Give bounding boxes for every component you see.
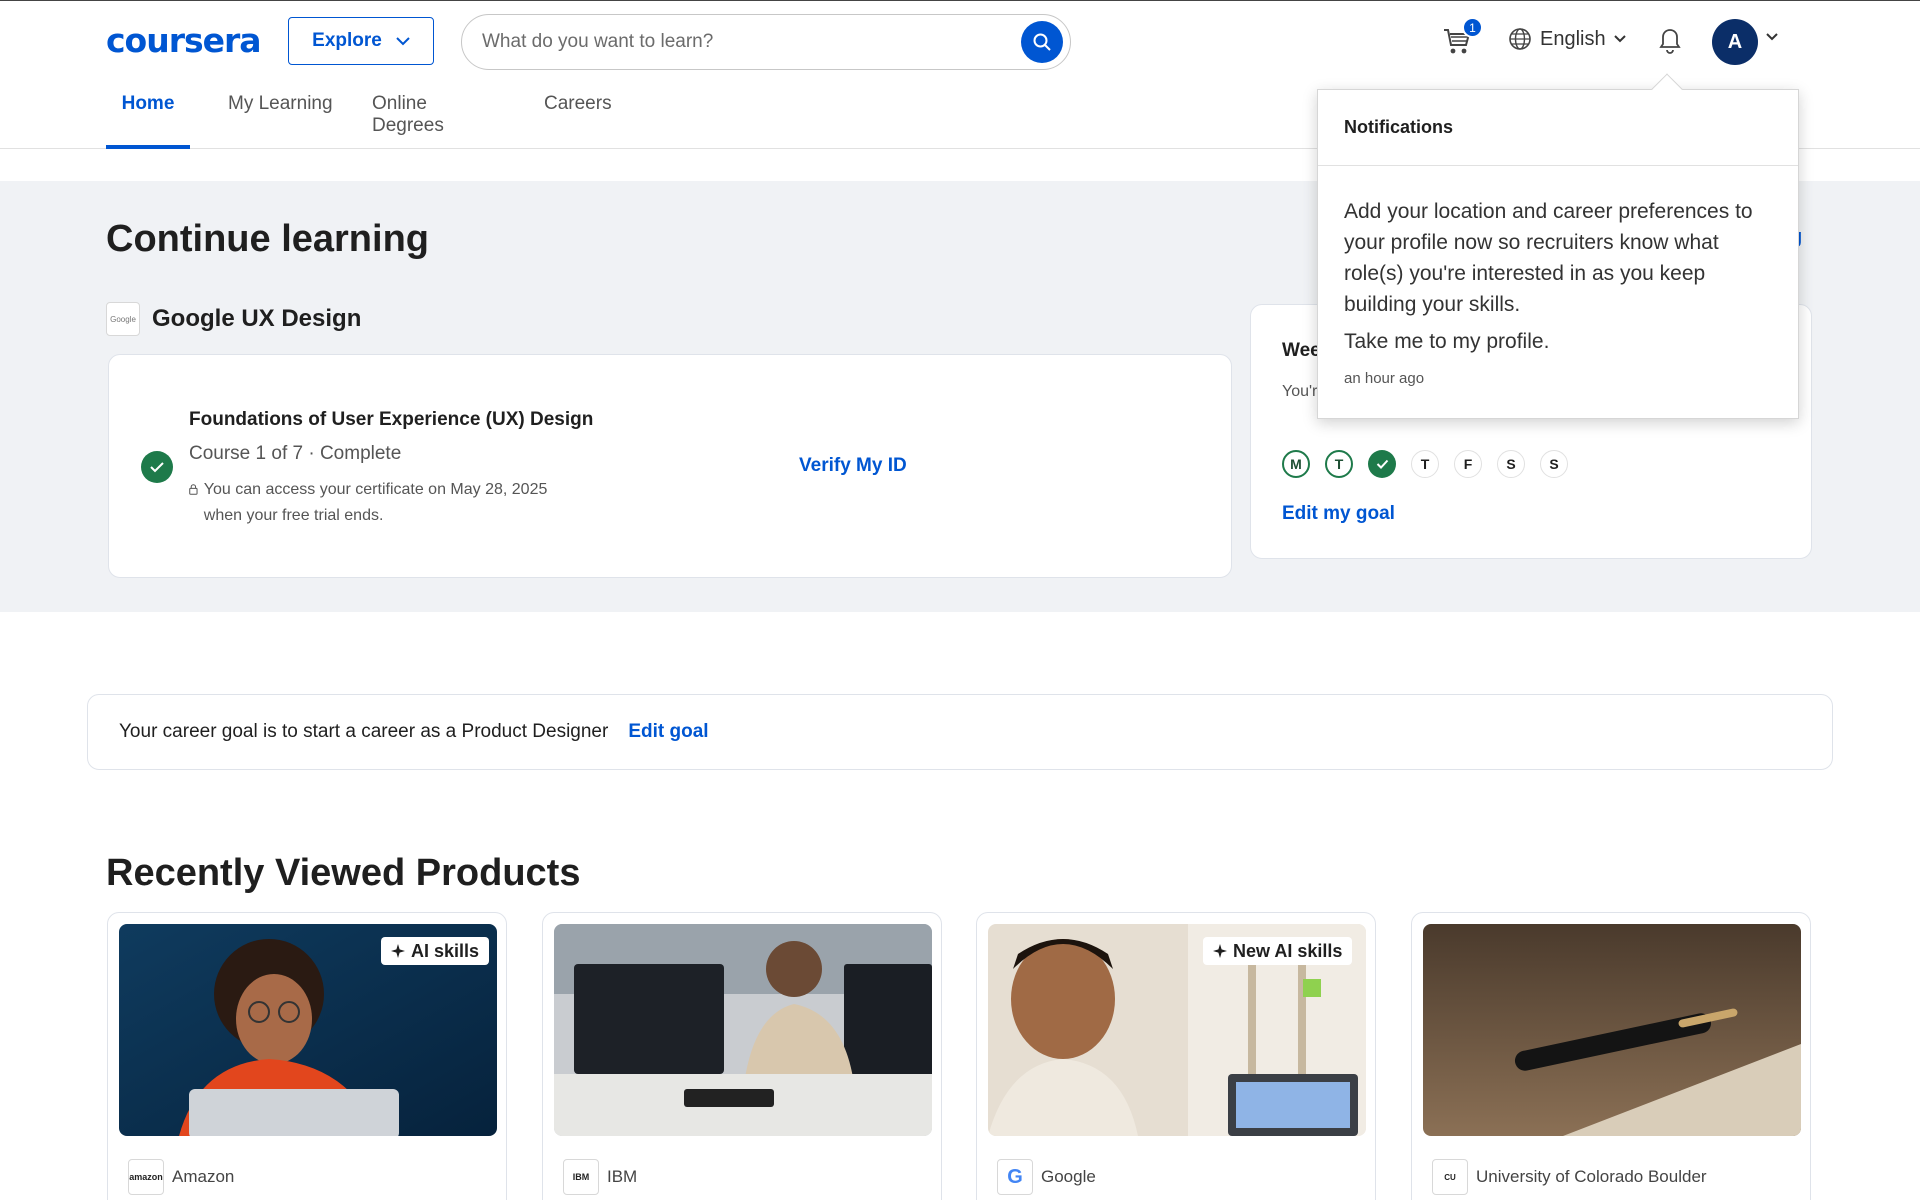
weekday-tracker: M T T F S S: [1282, 450, 1568, 478]
tab-my-learning[interactable]: My Learning: [228, 93, 338, 149]
chevron-down-icon[interactable]: [1766, 33, 1778, 41]
notifications-popover: Notifications Add your location and care…: [1317, 89, 1799, 419]
amazon-logo: amazon: [128, 1159, 164, 1195]
recently-viewed-title: Recently Viewed Products: [106, 852, 581, 894]
day-monday: M: [1282, 450, 1310, 478]
ibm-logo: IBM: [563, 1159, 599, 1195]
notification-item[interactable]: Add your location and career preferences…: [1318, 166, 1798, 387]
product-card[interactable]: AI skills amazon Amazon: [107, 912, 507, 1200]
course-meta: Course 1 of 7 · Complete: [189, 443, 402, 464]
day-thursday: T: [1411, 450, 1439, 478]
verify-id-link[interactable]: Verify My ID: [799, 455, 907, 477]
search-icon: [1033, 33, 1051, 51]
language-selector[interactable]: English: [1508, 27, 1626, 51]
product-partner: IBM IBM: [563, 1159, 637, 1195]
partner-name: Google: [1041, 1167, 1096, 1186]
explore-label: Explore: [312, 30, 382, 51]
chevron-down-icon: [1613, 35, 1626, 43]
product-image: [554, 924, 932, 1136]
badge-label: New AI skills: [1233, 940, 1343, 961]
coursera-logo[interactable]: coursera: [106, 21, 262, 60]
product-card[interactable]: IBM IBM: [542, 912, 942, 1200]
cart-count-badge: 1: [1462, 17, 1483, 38]
day-wednesday-check-icon: [1368, 450, 1396, 478]
partner-name: University of Colorado Boulder: [1476, 1167, 1707, 1186]
edit-my-goal-link[interactable]: Edit my goal: [1282, 503, 1395, 525]
chevron-down-icon: [396, 36, 410, 45]
avatar[interactable]: A: [1712, 19, 1758, 65]
product-image: [1423, 924, 1801, 1136]
certificate-note: You can access your certificate on May 2…: [189, 477, 589, 529]
badge-label: AI skills: [411, 940, 480, 961]
notifications-title: Notifications: [1318, 90, 1798, 166]
bell-icon[interactable]: [1658, 27, 1682, 55]
profile-link[interactable]: Take me to my profile.: [1344, 330, 1772, 354]
partner-name: IBM: [607, 1167, 638, 1186]
day-saturday: S: [1497, 450, 1525, 478]
google-logo: G: [997, 1159, 1033, 1195]
main-nav: Home My Learning Online Degrees Careers: [106, 93, 624, 149]
sparkle-icon: [391, 944, 405, 958]
course-title[interactable]: Foundations of User Experience (UX) Desi…: [189, 409, 593, 431]
edit-goal-link[interactable]: Edit goal: [628, 721, 708, 743]
tab-home[interactable]: Home: [106, 93, 190, 149]
day-friday: F: [1454, 450, 1482, 478]
search-button[interactable]: [1021, 21, 1063, 63]
search-bar: [461, 14, 1071, 70]
program-header: Google Google UX Design: [106, 302, 361, 336]
explore-button[interactable]: Explore: [288, 17, 434, 65]
product-partner: amazon Amazon: [128, 1159, 234, 1195]
product-card[interactable]: CU University of Colorado Boulder: [1411, 912, 1811, 1200]
product-partner: CU University of Colorado Boulder: [1432, 1159, 1707, 1195]
notification-message: Add your location and career preferences…: [1344, 200, 1753, 316]
lock-icon: [189, 484, 198, 495]
product-partner: G Google: [997, 1159, 1096, 1195]
day-tuesday: T: [1325, 450, 1353, 478]
google-logo: Google: [106, 302, 140, 336]
globe-icon: [1509, 28, 1531, 50]
product-card[interactable]: New AI skills G Google: [976, 912, 1376, 1200]
university-seal-logo: CU: [1432, 1159, 1468, 1195]
search-input[interactable]: [482, 31, 1021, 53]
certificate-text: You can access your certificate on May 2…: [203, 481, 548, 524]
partner-name: Amazon: [172, 1167, 235, 1186]
language-label: English: [1540, 27, 1606, 50]
day-sunday: S: [1540, 450, 1568, 478]
career-goal-bar: Your career goal is to start a career as…: [87, 694, 1833, 770]
course-card[interactable]: Foundations of User Experience (UX) Desi…: [108, 354, 1232, 578]
career-goal-text: Your career goal is to start a career as…: [119, 721, 609, 742]
notification-time: an hour ago: [1344, 370, 1425, 387]
tab-online-degrees[interactable]: Online Degrees: [372, 93, 502, 149]
continue-learning-title: Continue learning: [106, 218, 429, 260]
tab-careers[interactable]: Careers: [544, 93, 624, 149]
program-name[interactable]: Google UX Design: [152, 305, 361, 333]
sparkle-icon: [1213, 944, 1227, 958]
new-ai-skills-badge: New AI skills: [1203, 937, 1353, 965]
complete-check-icon: [141, 451, 173, 483]
ai-skills-badge: AI skills: [381, 937, 490, 965]
